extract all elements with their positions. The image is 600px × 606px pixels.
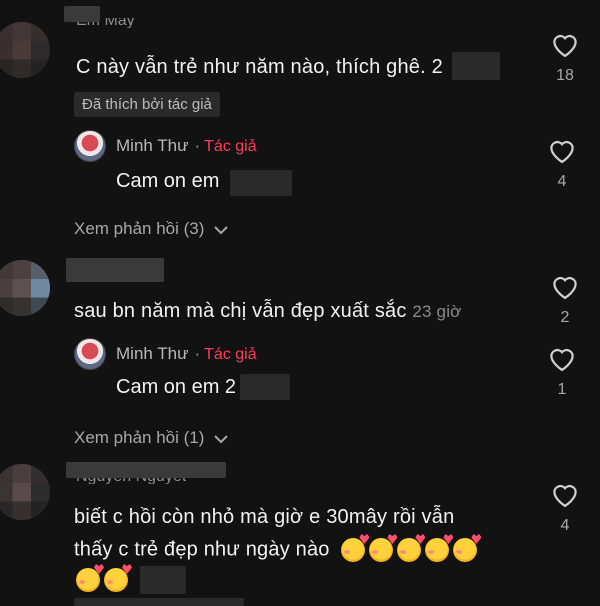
- smiling-hearts-emoji: [397, 538, 422, 562]
- redacted-username-block: [66, 462, 226, 478]
- separator-dot: ·: [194, 136, 201, 155]
- redacted-username-block: [66, 258, 164, 282]
- comment-text-line-2: thấy c trẻ đẹp như ngày nào: [74, 538, 481, 562]
- author-tag: Tác giả: [204, 346, 257, 363]
- liked-by-author-badge: Đã thích bởi tác giả: [74, 92, 220, 117]
- commenter-avatar[interactable]: [0, 22, 50, 78]
- comment-body: sau bn năm mà chị vẫn đẹp xuất sắc: [74, 300, 407, 322]
- like-count: 4: [560, 517, 570, 534]
- smiling-hearts-emoji: [453, 538, 478, 562]
- smiling-hearts-emoji: [369, 538, 394, 562]
- heart-outline-icon: [550, 140, 574, 164]
- view-replies-button[interactable]: Xem phản hồi (3): [74, 219, 229, 239]
- like-button[interactable]: 18: [545, 30, 585, 85]
- redacted-time-block: [140, 566, 186, 594]
- smiling-hearts-emoji: [76, 568, 100, 592]
- like-count: 4: [557, 173, 567, 190]
- commenter-avatar[interactable]: [0, 464, 50, 520]
- reply-like-button[interactable]: 4: [542, 136, 582, 191]
- like-button[interactable]: 4: [545, 480, 585, 535]
- smiling-hearts-emoji: [341, 538, 366, 562]
- commenter-avatar[interactable]: [0, 260, 50, 316]
- like-count: 2: [560, 309, 570, 326]
- separator-dot: ·: [194, 344, 201, 363]
- author-avatar[interactable]: [74, 338, 106, 370]
- comment-2: sau bn năm mà chị vẫn đẹp xuất sắc 23 gi…: [0, 240, 600, 450]
- chevron-down-icon: [214, 225, 228, 234]
- heart-outline-icon: [553, 276, 577, 300]
- view-replies-button[interactable]: Xem phản hồi (1): [74, 428, 229, 448]
- reply-like-button[interactable]: 1: [542, 344, 582, 399]
- comment-1: Em May C này vẫn trẻ như năm nào, thích …: [0, 0, 600, 238]
- redacted-time-block: [452, 52, 500, 80]
- comment-text-line-3: [76, 568, 132, 592]
- heart-outline-icon: [553, 484, 577, 508]
- reply-text: Cam on em: [116, 170, 220, 192]
- comment-body: thấy c trẻ đẹp như ngày nào: [74, 538, 330, 561]
- reply-author-name: Minh Thư: [116, 344, 189, 363]
- redacted-reply-time: [230, 170, 292, 196]
- heart-outline-icon: [553, 34, 577, 58]
- reply-author-name: Minh Thư: [116, 136, 189, 155]
- redacted-reply-time: [240, 374, 290, 400]
- author-avatar[interactable]: [74, 130, 106, 162]
- heart-outline-icon: [550, 348, 574, 372]
- author-tag: Tác giả: [204, 138, 257, 155]
- like-count: 18: [556, 67, 574, 84]
- comment-time: 23 giờ: [412, 302, 462, 321]
- like-button[interactable]: 2: [545, 272, 585, 327]
- smiling-hearts-emoji: [104, 568, 128, 592]
- comment-text: sau bn năm mà chị vẫn đẹp xuất sắc 23 gi…: [74, 300, 462, 323]
- reply-author[interactable]: Minh Thư · Tác giả: [116, 136, 257, 156]
- comment-text: C này vẫn trẻ như năm nào, thích ghê. 2: [76, 56, 443, 78]
- comment-3: Nguyen Nguyet biết c hồi còn nhỏ mà giờ …: [0, 460, 600, 606]
- smiling-hearts-emoji: [425, 538, 450, 562]
- view-replies-label: Xem phản hồi (3): [74, 219, 205, 238]
- comment-text-line-1: biết c hồi còn nhỏ mà giờ e 30mây rồi vẫ…: [74, 506, 455, 528]
- chevron-down-icon: [214, 434, 228, 443]
- redacted-username-block: [64, 6, 100, 22]
- reply-author[interactable]: Minh Thư · Tác giả: [116, 344, 257, 364]
- like-count: 1: [557, 381, 567, 398]
- reply-text: Cam on em 2: [116, 376, 237, 398]
- view-replies-label: Xem phản hồi (1): [74, 428, 205, 447]
